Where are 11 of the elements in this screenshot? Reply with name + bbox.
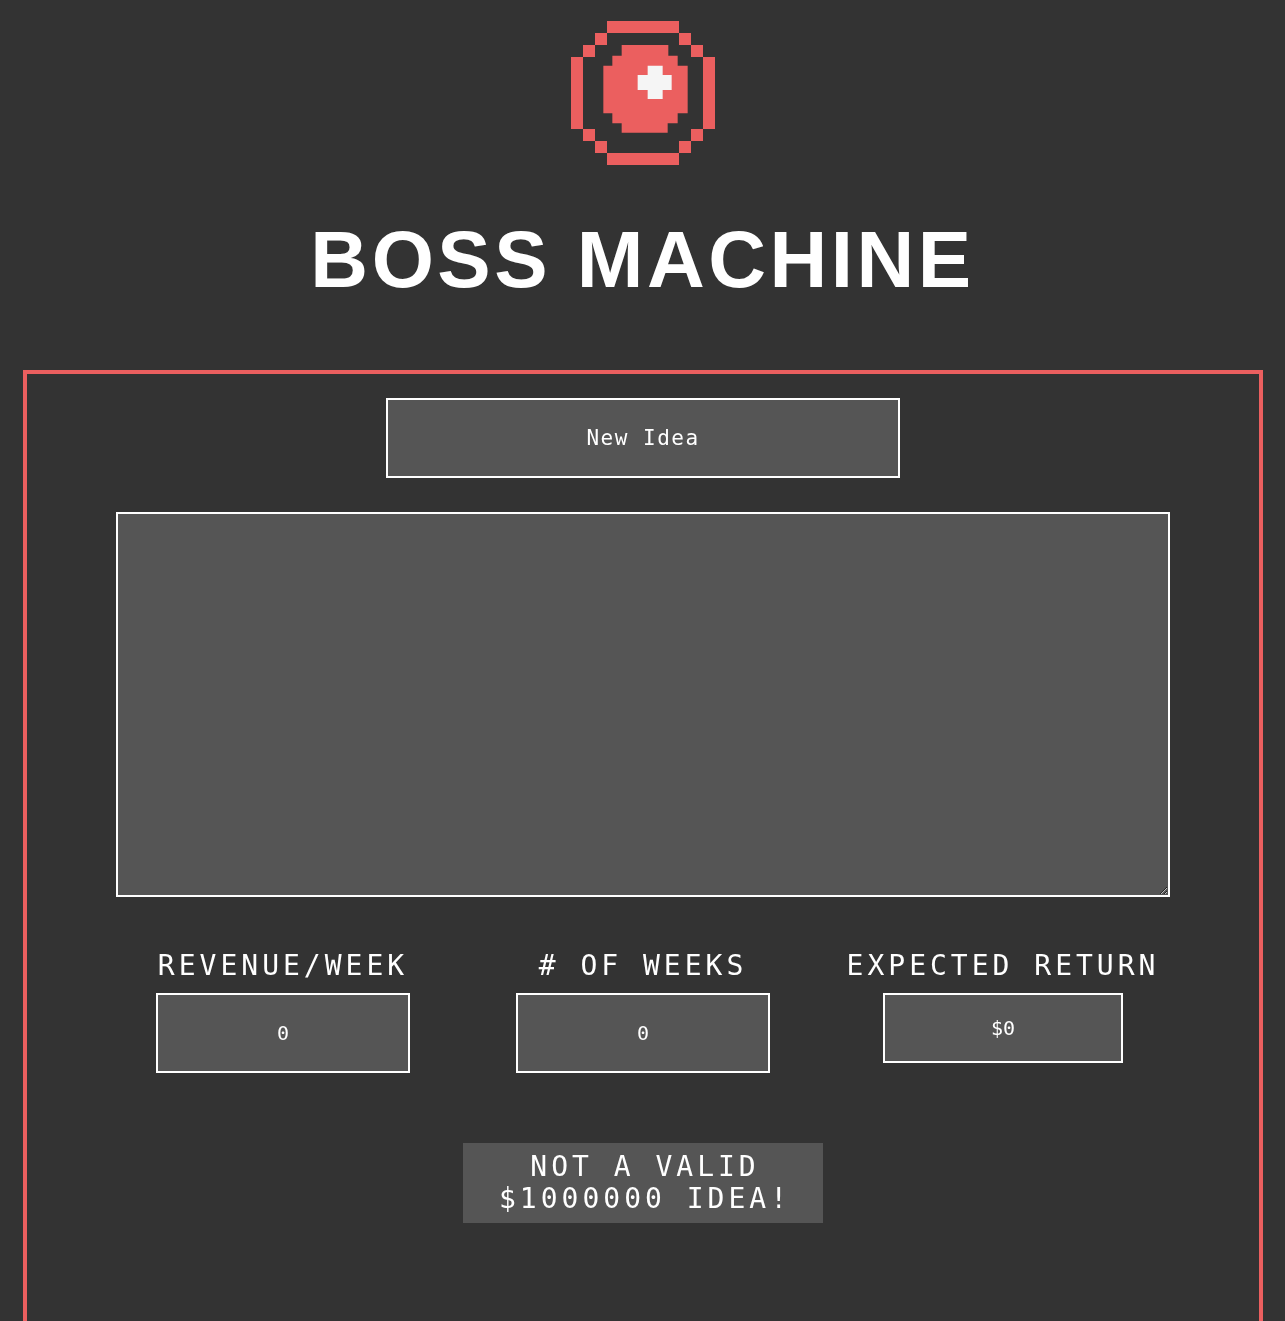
number-input[interactable]: 0 xyxy=(516,993,770,1073)
validity-message: NOT A VALID $1000000 IDEA! xyxy=(463,1143,823,1223)
expected-return-display: $0 xyxy=(883,993,1123,1063)
field-label: # OF WEEKS xyxy=(538,950,748,982)
field-label: REVENUE/WEEK xyxy=(157,950,409,982)
app-title: BOSS MACHINE xyxy=(310,220,975,300)
number-input[interactable]: 0 xyxy=(156,993,410,1073)
pixel-button-logo-icon xyxy=(570,21,715,165)
new-idea-button[interactable]: New Idea xyxy=(386,398,900,478)
idea-text-field[interactable] xyxy=(116,512,1170,897)
field-label: EXPECTED RETURN xyxy=(846,950,1160,982)
